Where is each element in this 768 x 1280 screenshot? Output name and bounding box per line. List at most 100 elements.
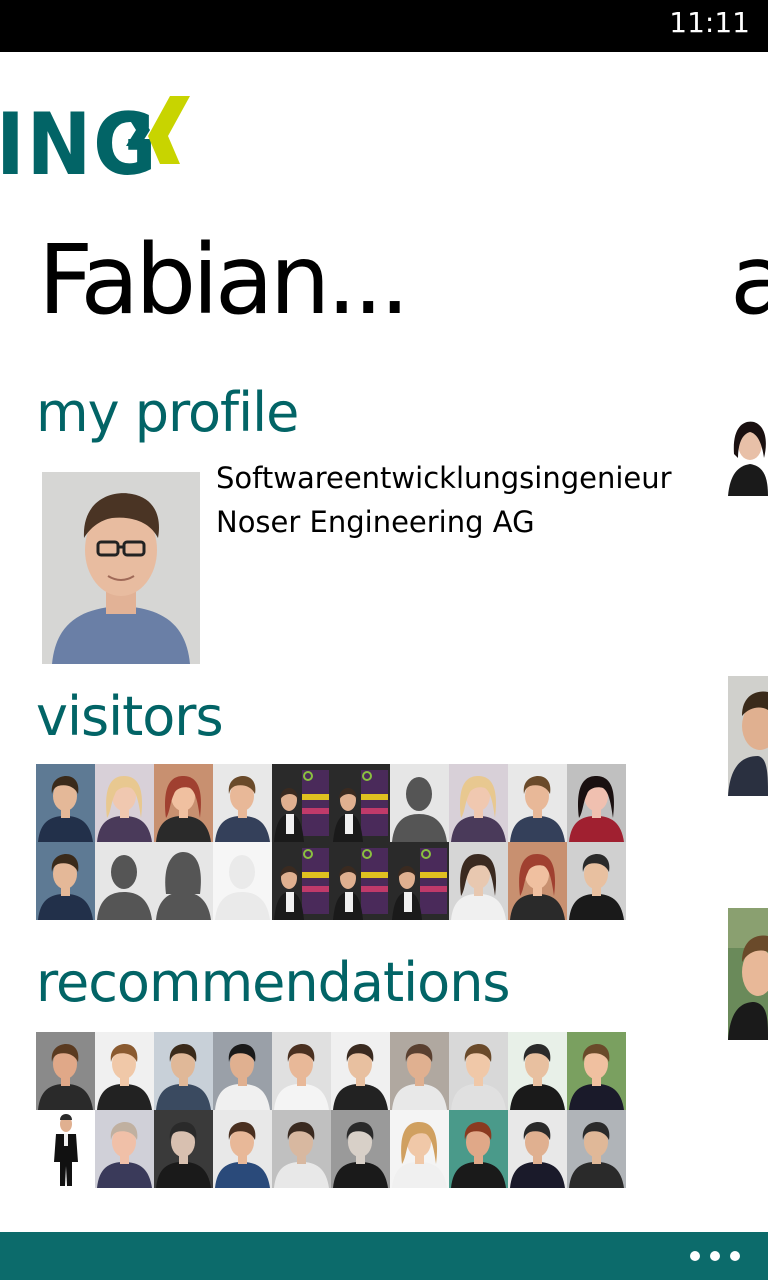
recommendation-avatar-tile[interactable]	[449, 1032, 508, 1110]
avatar-image	[272, 1110, 331, 1188]
avatar-image	[213, 764, 272, 842]
avatar-image	[567, 1110, 626, 1188]
avatar-image	[154, 764, 213, 842]
recommendation-avatar-tile[interactable]	[272, 1032, 331, 1110]
recommendations-grid	[36, 1032, 626, 1188]
recommendation-avatar-tile[interactable]	[331, 1032, 390, 1110]
visitor-avatar-tile[interactable]	[213, 764, 272, 842]
visitor-avatar-tile[interactable]	[508, 842, 567, 920]
job-title: Softwareentwicklungsingenieur	[216, 461, 672, 495]
avatar-image	[390, 842, 449, 920]
avatar-image	[331, 764, 390, 842]
status-bar: 11:11	[0, 0, 768, 52]
visitor-avatar-tile[interactable]	[272, 764, 331, 842]
recommendation-avatar-tile[interactable]	[508, 1110, 567, 1188]
recommendation-avatar-tile[interactable]	[95, 1032, 154, 1110]
avatar-image	[272, 764, 331, 842]
avatar-image	[567, 842, 626, 920]
visitor-avatar-tile[interactable]	[154, 764, 213, 842]
application-bar	[0, 1232, 768, 1280]
dot	[730, 1251, 740, 1261]
avatar-image	[213, 1032, 272, 1110]
recommendation-avatar-tile[interactable]	[154, 1110, 213, 1188]
visitor-avatar-tile[interactable]	[213, 842, 272, 920]
next-pivot-avatar[interactable]	[728, 908, 768, 1040]
avatar-image	[390, 764, 449, 842]
visitor-avatar-tile[interactable]	[449, 842, 508, 920]
recommendation-avatar-tile[interactable]	[449, 1110, 508, 1188]
visitor-avatar-tile[interactable]	[154, 842, 213, 920]
recommendation-avatar-tile[interactable]	[36, 1032, 95, 1110]
avatar-image	[36, 842, 95, 920]
next-pivot-title[interactable]: a	[730, 227, 768, 334]
avatar-image	[449, 1032, 508, 1110]
recommendation-avatar-tile[interactable]	[390, 1032, 449, 1110]
dot	[710, 1251, 720, 1261]
recommendation-avatar-tile[interactable]	[331, 1110, 390, 1188]
avatar-image	[508, 1032, 567, 1110]
profile-photo[interactable]	[42, 472, 200, 664]
avatar-image	[154, 842, 213, 920]
visitor-avatar-tile[interactable]	[508, 764, 567, 842]
avatar-image	[449, 842, 508, 920]
avatar-image	[36, 1032, 95, 1110]
avatar-image	[154, 1110, 213, 1188]
visitor-avatar-tile[interactable]	[449, 764, 508, 842]
avatar-image	[272, 1032, 331, 1110]
visitor-avatar-tile[interactable]	[567, 764, 626, 842]
avatar-image	[95, 764, 154, 842]
ellipsis-icon[interactable]	[690, 1242, 740, 1270]
next-pivot-avatar[interactable]	[728, 676, 768, 796]
avatar-image	[390, 1032, 449, 1110]
avatar-image	[213, 842, 272, 920]
company-name: Noser Engineering AG	[216, 505, 535, 539]
visitor-avatar-tile[interactable]	[331, 842, 390, 920]
avatar-image	[508, 764, 567, 842]
avatar-image	[95, 1032, 154, 1110]
recommendation-avatar-tile[interactable]	[213, 1032, 272, 1110]
visitors-grid	[36, 764, 626, 920]
avatar-image	[331, 842, 390, 920]
visitor-avatar-tile[interactable]	[390, 764, 449, 842]
profile-details[interactable]: Softwareentwicklungsingenieur Noser Engi…	[216, 456, 672, 544]
recommendation-avatar-tile[interactable]	[213, 1110, 272, 1188]
page-title[interactable]: Fabian...	[38, 227, 410, 334]
visitor-avatar-tile[interactable]	[95, 842, 154, 920]
visitor-avatar-tile[interactable]	[36, 764, 95, 842]
avatar-image	[508, 1110, 567, 1188]
avatar-image	[331, 1032, 390, 1110]
visitor-avatar-tile[interactable]	[331, 764, 390, 842]
avatar-image	[390, 1110, 449, 1188]
xing-logo: ING	[0, 88, 216, 198]
my-profile-heading[interactable]: my profile	[36, 386, 299, 440]
visitors-heading[interactable]: visitors	[36, 690, 224, 744]
recommendation-avatar-tile[interactable]	[567, 1032, 626, 1110]
recommendation-avatar-tile[interactable]	[390, 1110, 449, 1188]
avatar-image	[95, 1110, 154, 1188]
avatar-image	[567, 1032, 626, 1110]
profile-avatar-image	[42, 472, 200, 664]
recommendation-avatar-tile[interactable]	[508, 1032, 567, 1110]
avatar-image	[213, 1110, 272, 1188]
avatar-image	[36, 1110, 95, 1188]
recommendation-avatar-tile[interactable]	[36, 1110, 95, 1188]
visitor-avatar-tile[interactable]	[95, 764, 154, 842]
recommendations-heading[interactable]: recommendations	[36, 956, 511, 1010]
avatar-image	[36, 764, 95, 842]
visitor-avatar-tile[interactable]	[36, 842, 95, 920]
recommendation-avatar-tile[interactable]	[95, 1110, 154, 1188]
recommendation-avatar-tile[interactable]	[567, 1110, 626, 1188]
visitor-avatar-tile[interactable]	[567, 842, 626, 920]
avatar-image	[95, 842, 154, 920]
recommendation-avatar-tile[interactable]	[272, 1110, 331, 1188]
visitor-avatar-tile[interactable]	[390, 842, 449, 920]
avatar-image	[154, 1032, 213, 1110]
next-pivot-avatar[interactable]	[728, 414, 768, 496]
dot	[690, 1251, 700, 1261]
xing-x-icon	[126, 96, 190, 164]
avatar-image	[567, 764, 626, 842]
recommendation-avatar-tile[interactable]	[154, 1032, 213, 1110]
visitor-avatar-tile[interactable]	[272, 842, 331, 920]
avatar-image	[331, 1110, 390, 1188]
avatar-image	[508, 842, 567, 920]
